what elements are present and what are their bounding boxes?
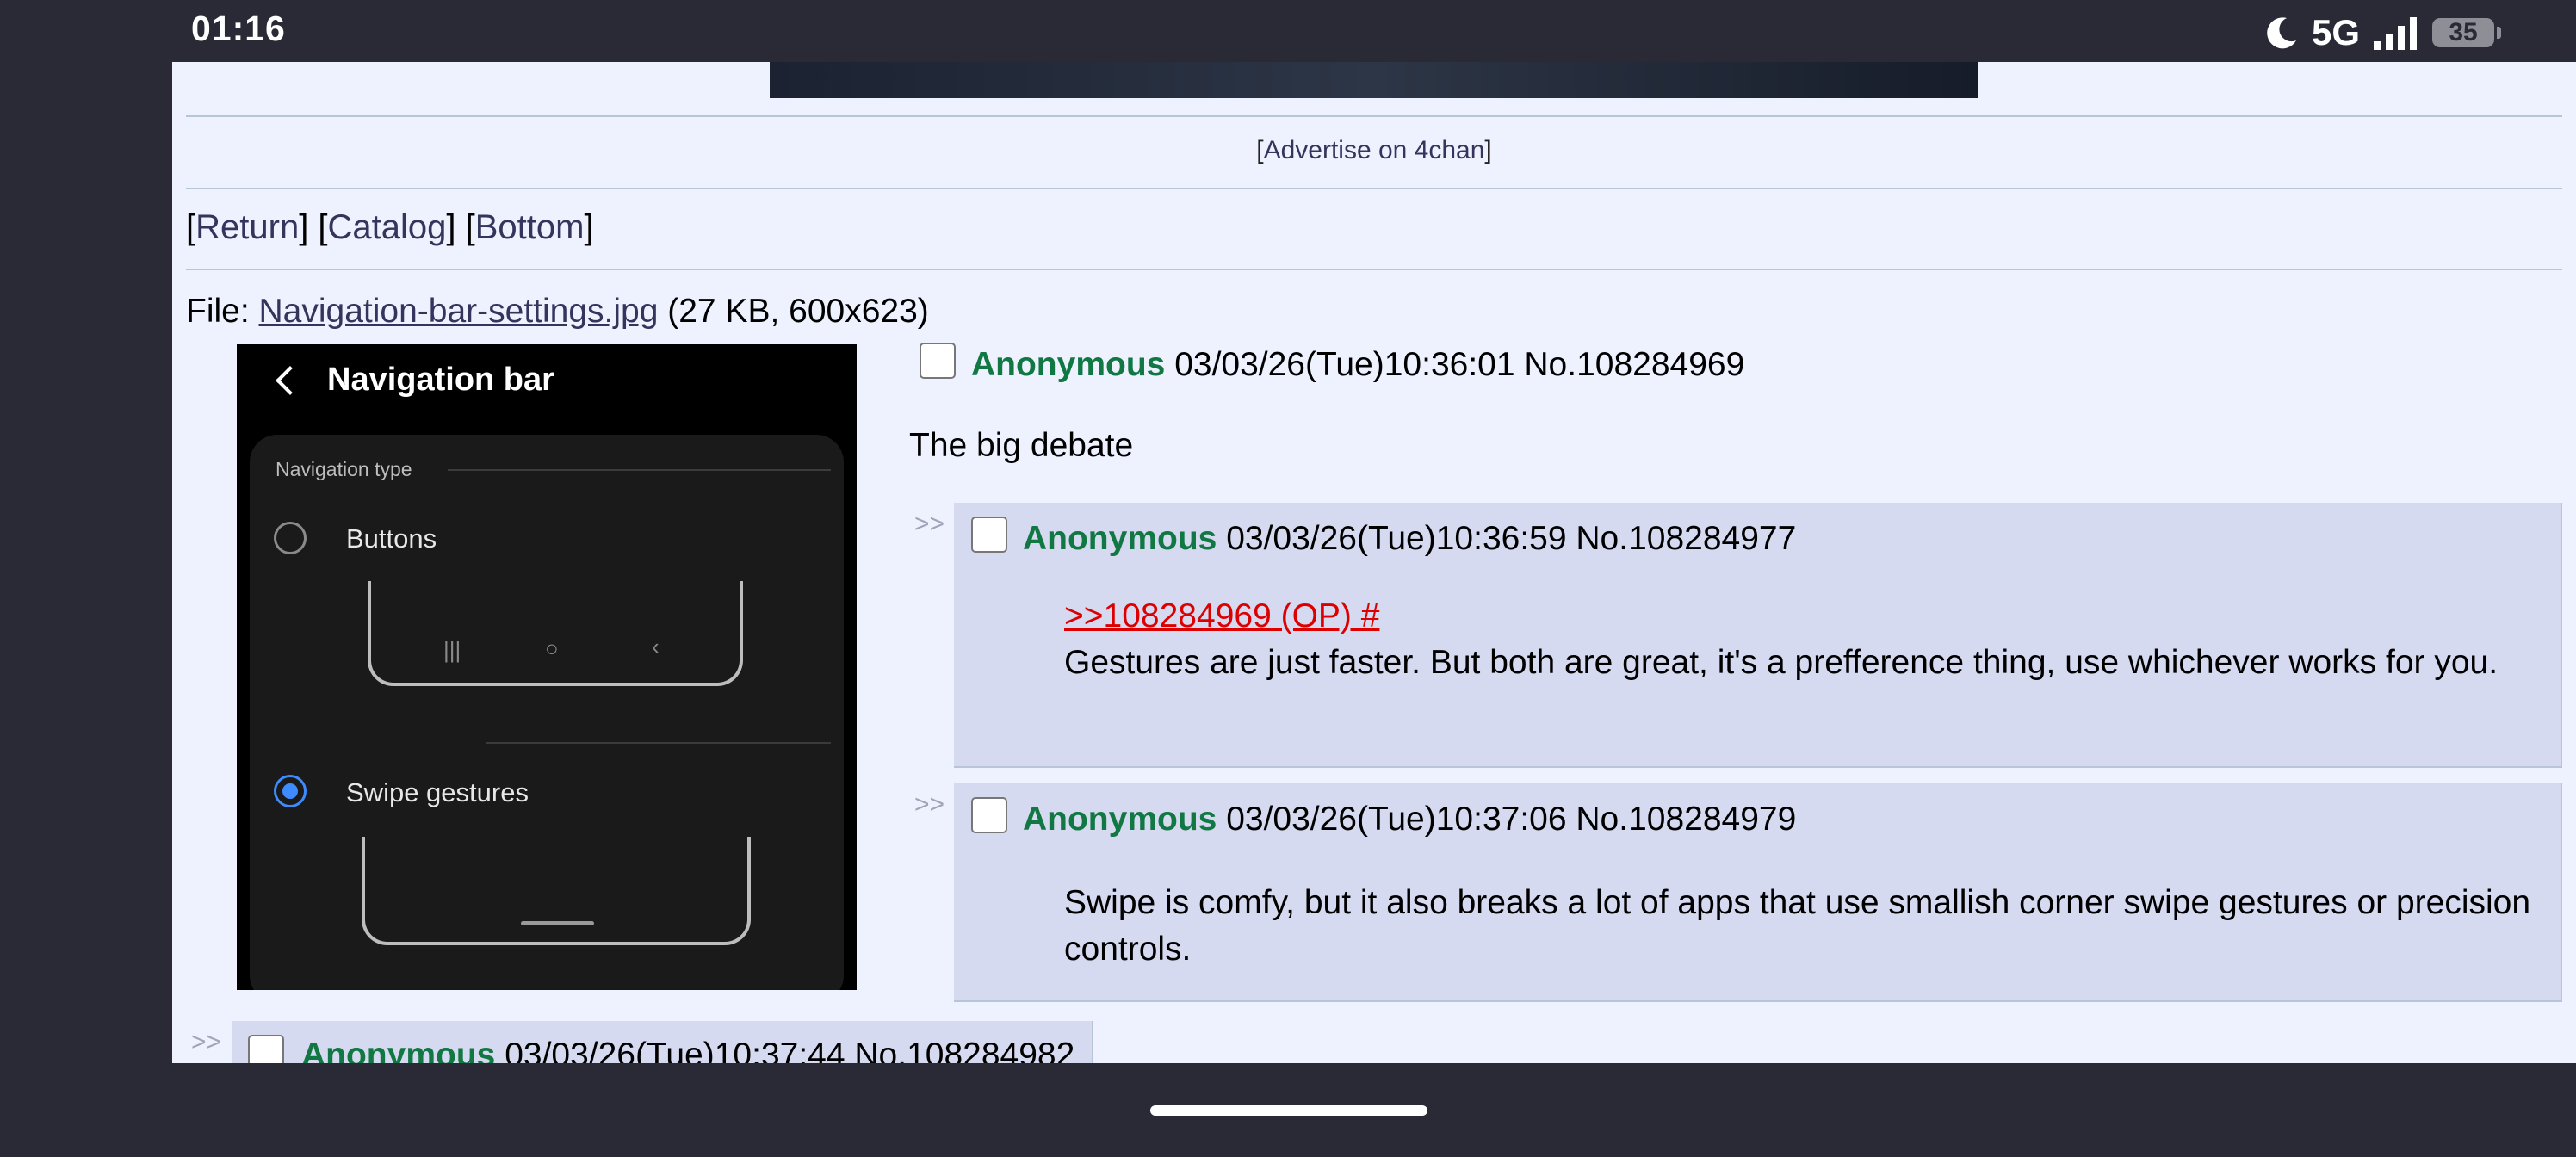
thumbnail-section-label: Navigation type [276, 458, 412, 480]
status-time: 01:16 [191, 9, 286, 48]
radio-unselected-icon [274, 522, 307, 554]
advertise-link[interactable]: Advertise on 4chan [1264, 136, 1485, 164]
battery-icon: 35 [2432, 18, 2501, 47]
recents-icon: ||| [443, 637, 461, 663]
reply-post: Anonymous 03/03/26(Tue)10:37:06 No.10828… [954, 783, 2562, 1002]
reply-header: Anonymous 03/03/26(Tue)10:37:44 No.10828… [301, 1036, 1074, 1063]
post-checkbox[interactable] [248, 1035, 284, 1063]
post-number[interactable]: No.108284969 [1524, 346, 1744, 383]
reply-arrows: >> [191, 1028, 222, 1056]
reply-arrows: >> [914, 510, 945, 538]
reply-header: Anonymous 03/03/26(Tue)10:37:06 No.10828… [1023, 801, 1796, 838]
op-post-header: Anonymous 03/03/26(Tue)10:36:01 No.10828… [971, 346, 1744, 384]
post-datetime: 03/03/26(Tue)10:36:59 [1226, 520, 1567, 557]
post-datetime: 03/03/26(Tue)10:37:06 [1226, 801, 1567, 838]
op-message: The big debate [909, 427, 1134, 464]
bottom-link[interactable]: Bottom [475, 208, 585, 246]
post-number[interactable]: No.108284979 [1576, 801, 1796, 838]
advertise-line: [Advertise on 4chan] [1256, 136, 1492, 164]
signal-icon [2374, 17, 2417, 50]
reply-header: Anonymous 03/03/26(Tue)10:36:59 No.10828… [1023, 520, 1796, 558]
home-icon: ○ [545, 635, 559, 661]
post-checkbox[interactable] [971, 797, 1007, 833]
post-datetime: 03/03/26(Tue)10:37:44 [505, 1036, 845, 1063]
phone-outline-icon [368, 581, 743, 686]
post-image-thumbnail[interactable]: Navigation bar Navigation type Buttons |… [237, 344, 857, 990]
file-info: File: Navigation-bar-settings.jpg (27 KB… [186, 293, 929, 330]
thumbnail-option-buttons: Buttons [346, 523, 437, 554]
status-icons: 5G 35 [2263, 12, 2501, 53]
moon-icon [2267, 17, 2296, 49]
status-bar: 01:16 5G 35 [0, 0, 2576, 62]
thumbnail-title: Navigation bar [327, 362, 554, 398]
back-icon: ‹ [652, 634, 659, 659]
divider [186, 188, 2562, 189]
reply-post: Anonymous 03/03/26(Tue)10:36:59 No.10828… [954, 503, 2562, 768]
post-checkbox[interactable] [971, 517, 1007, 553]
poster-name: Anonymous [1023, 520, 1217, 557]
poster-name: Anonymous [301, 1036, 496, 1063]
thumbnail-option-swipe: Swipe gestures [346, 777, 529, 807]
battery-level: 35 [2449, 18, 2478, 46]
post-number[interactable]: No.108284977 [1576, 520, 1796, 557]
thread-page: [Advertise on 4chan] [Return] [Catalog] … [172, 62, 2576, 1063]
thread-nav: [Return] [Catalog] [Bottom] [186, 208, 594, 246]
return-link[interactable]: Return [195, 208, 299, 246]
gesture-navigation-bar[interactable] [1150, 1105, 1427, 1116]
post-checkbox[interactable] [920, 343, 956, 379]
reply-arrows: >> [914, 790, 945, 819]
phone-outline-icon [362, 837, 751, 945]
reply-message: Swipe is comfy, but it also breaks a lot… [1064, 884, 2531, 968]
reply-post: Anonymous 03/03/26(Tue)10:37:44 No.10828… [232, 1021, 1093, 1063]
gesture-bar-icon [521, 921, 594, 925]
network-type: 5G [2311, 12, 2360, 53]
post-datetime: 03/03/26(Tue)10:36:01 [1174, 346, 1515, 383]
divider [186, 115, 2562, 117]
poster-name: Anonymous [971, 346, 1166, 383]
post-number[interactable]: No.108284982 [854, 1036, 1074, 1063]
back-arrow-icon [276, 366, 305, 395]
catalog-link[interactable]: Catalog [328, 208, 447, 246]
file-link[interactable]: Navigation-bar-settings.jpg [259, 293, 659, 330]
reply-message: >>108284969 (OP) # Gestures are just fas… [1064, 593, 2536, 686]
reply-text: Gestures are just faster. But both are g… [1064, 644, 2499, 681]
banner-image[interactable] [770, 62, 1978, 98]
divider [186, 269, 2562, 270]
quote-link[interactable]: >>108284969 (OP) # [1064, 597, 1379, 634]
poster-name: Anonymous [1023, 801, 1217, 838]
radio-selected-icon [274, 775, 307, 807]
